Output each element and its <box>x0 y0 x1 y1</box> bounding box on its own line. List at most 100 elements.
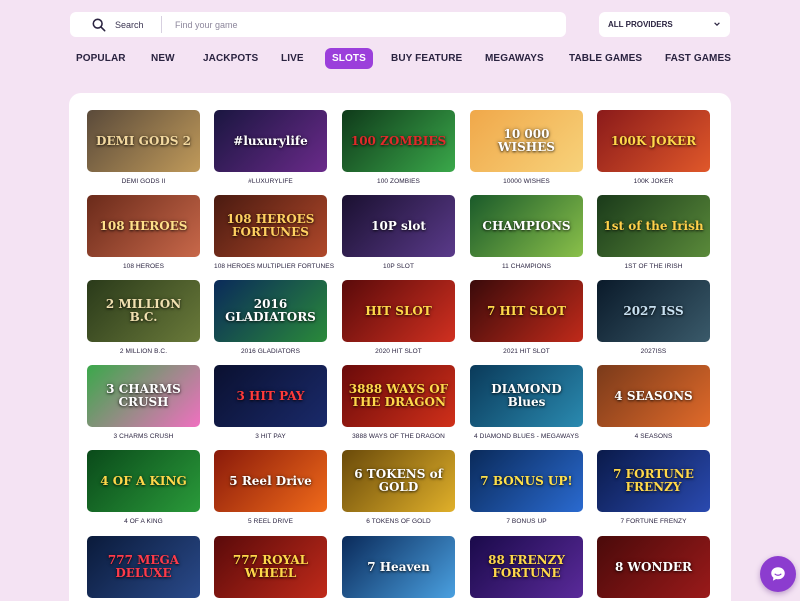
game-thumbnail[interactable]: 4 SEASONS <box>597 365 710 427</box>
game-thumbnail[interactable]: 4 OF A KING <box>87 450 200 512</box>
search-input[interactable] <box>175 19 535 30</box>
tab-slots[interactable]: SLOTS <box>325 48 373 69</box>
game-card[interactable]: 7 HIT SLOT 2021 HIT SLOT <box>470 280 583 355</box>
game-thumbnail[interactable]: CHAMPIONS <box>470 195 583 257</box>
game-title: 10000 WISHES <box>503 178 550 185</box>
game-card[interactable]: 10 000 WISHES 10000 WISHES <box>470 110 583 185</box>
game-card[interactable]: DEMI GODS 2 DEMI GODS II <box>87 110 200 185</box>
game-thumbnail[interactable]: 7 Heaven <box>342 536 455 598</box>
game-logo: 2027 ISS <box>623 303 684 318</box>
game-card[interactable]: DIAMOND Blues 4 DIAMOND BLUES - MEGAWAYS <box>470 365 583 440</box>
tab-fast-games[interactable]: FAST GAMES <box>658 48 738 69</box>
game-card[interactable]: 3 HIT PAY 3 HIT PAY <box>214 365 327 440</box>
game-title: 4 SEASONS <box>634 433 673 440</box>
game-thumbnail[interactable]: 7 HIT SLOT <box>470 280 583 342</box>
game-thumbnail[interactable]: 2 MILLION B.C. <box>87 280 200 342</box>
game-card[interactable]: 10P slot 10P SLOT <box>342 195 455 270</box>
game-thumbnail[interactable]: 8 WONDER <box>597 536 710 598</box>
game-card[interactable]: 7 BONUS UP! 7 BONUS UP <box>470 450 583 525</box>
game-thumbnail[interactable]: 7 FORTUNE FRENZY <box>597 450 710 512</box>
search-label: Search <box>115 19 144 30</box>
game-title: 5 REEL DRIVE <box>247 518 294 525</box>
game-title: 10P SLOT <box>382 263 415 270</box>
game-logo: 5 Reel Drive <box>229 473 312 488</box>
tab-jackpots[interactable]: JACKPOTS <box>196 48 265 69</box>
tab-new[interactable]: NEW <box>144 48 182 69</box>
game-card[interactable]: 777 ROYAL WHEEL <box>214 536 327 598</box>
chat-button[interactable] <box>760 556 796 592</box>
game-thumbnail[interactable]: 100K JOKER <box>597 110 710 172</box>
game-thumbnail[interactable]: 777 ROYAL WHEEL <box>214 536 327 598</box>
game-card[interactable]: 88 FRENZY FORTUNE <box>470 536 583 598</box>
game-thumbnail[interactable]: 108 HEROES <box>87 195 200 257</box>
game-logo: 7 Heaven <box>367 559 430 574</box>
game-card[interactable]: 2016 GLADIATORS 2016 GLADIATORS <box>214 280 327 355</box>
game-card[interactable]: 6 TOKENS of GOLD 6 TOKENS OF GOLD <box>342 450 455 525</box>
game-thumbnail[interactable]: 3 HIT PAY <box>214 365 327 427</box>
game-card[interactable]: 4 OF A KING 4 OF A KING <box>87 450 200 525</box>
game-title: 2016 GLADIATORS <box>240 348 301 355</box>
game-card[interactable]: CHAMPIONS 11 CHAMPIONS <box>470 195 583 270</box>
game-card[interactable]: 1st of the Irish 1ST OF THE IRISH <box>597 195 710 270</box>
game-thumbnail[interactable]: 2016 GLADIATORS <box>214 280 327 342</box>
game-logo: 10 000 WISHES <box>498 127 555 154</box>
search-divider <box>161 16 162 33</box>
game-logo: 2 MILLION B.C. <box>105 297 182 324</box>
game-thumbnail[interactable]: 5 Reel Drive <box>214 450 327 512</box>
provider-select[interactable]: ALL PROVIDERS <box>599 12 730 37</box>
game-card[interactable]: 2027 ISS 2027ISS <box>597 280 710 355</box>
tab-buy-feature[interactable]: BUY FEATURE <box>384 48 469 69</box>
game-thumbnail[interactable]: 10 000 WISHES <box>470 110 583 172</box>
game-card[interactable]: 8 WONDER <box>597 536 710 598</box>
game-card[interactable]: 100K JOKER 100K JOKER <box>597 110 710 185</box>
game-thumbnail[interactable]: HIT SLOT <box>342 280 455 342</box>
game-card[interactable]: 7 FORTUNE FRENZY 7 FORTUNE FRENZY <box>597 450 710 525</box>
game-logo: 777 ROYAL WHEEL <box>232 553 309 580</box>
game-card[interactable]: 4 SEASONS 4 SEASONS <box>597 365 710 440</box>
game-title: 3888 WAYS OF THE DRAGON <box>352 433 445 440</box>
game-thumbnail[interactable]: 3 CHARMS CRUSH <box>87 365 200 427</box>
game-thumbnail[interactable]: 10P slot <box>342 195 455 257</box>
game-title: 3 HIT PAY <box>255 433 286 440</box>
game-card[interactable]: 777 MEGA DELUXE <box>87 536 200 598</box>
game-thumbnail[interactable]: 108 HEROES FORTUNES <box>214 195 327 257</box>
game-card[interactable]: #luxurylife #LUXURYLIFE <box>214 110 327 185</box>
chevron-down-icon <box>713 20 721 30</box>
game-card[interactable]: 3888 WAYS OF THE DRAGON 3888 WAYS OF THE … <box>342 365 455 440</box>
game-card[interactable]: 7 Heaven <box>342 536 455 598</box>
tab-popular[interactable]: POPULAR <box>69 48 133 69</box>
game-logo: 88 FRENZY FORTUNE <box>488 553 565 580</box>
game-thumbnail[interactable]: 3888 WAYS OF THE DRAGON <box>342 365 455 427</box>
game-thumbnail[interactable]: 7 BONUS UP! <box>470 450 583 512</box>
game-thumbnail[interactable]: 2027 ISS <box>597 280 710 342</box>
search-icon[interactable] <box>70 12 106 37</box>
game-title: 2020 HIT SLOT <box>375 348 422 355</box>
game-title: 11 CHAMPIONS <box>501 263 552 270</box>
search-box[interactable]: Search <box>70 12 566 37</box>
game-thumbnail[interactable]: 88 FRENZY FORTUNE <box>470 536 583 598</box>
game-thumbnail[interactable]: DEMI GODS 2 <box>87 110 200 172</box>
game-card[interactable]: HIT SLOT 2020 HIT SLOT <box>342 280 455 355</box>
tab-table-games[interactable]: TABLE GAMES <box>562 48 649 69</box>
game-card[interactable]: 100 ZOMBIES 100 ZOMBIES <box>342 110 455 185</box>
provider-select-value: ALL PROVIDERS <box>608 20 673 29</box>
game-logo: 108 HEROES FORTUNES <box>226 212 315 239</box>
game-thumbnail[interactable]: 1st of the Irish <box>597 195 710 257</box>
game-logo: CHAMPIONS <box>482 218 571 233</box>
game-thumbnail[interactable]: #luxurylife <box>214 110 327 172</box>
game-thumbnail[interactable]: DIAMOND Blues <box>470 365 583 427</box>
tab-megaways[interactable]: MEGAWAYS <box>478 48 551 69</box>
game-title: 7 FORTUNE FRENZY <box>620 518 687 525</box>
game-thumbnail[interactable]: 777 MEGA DELUXE <box>87 536 200 598</box>
game-card[interactable]: 5 Reel Drive 5 REEL DRIVE <box>214 450 327 525</box>
game-card[interactable]: 2 MILLION B.C. 2 MILLION B.C. <box>87 280 200 355</box>
game-card[interactable]: 3 CHARMS CRUSH 3 CHARMS CRUSH <box>87 365 200 440</box>
game-logo: #luxurylife <box>233 133 308 148</box>
game-logo: 8 WONDER <box>615 559 692 574</box>
tab-live[interactable]: LIVE <box>274 48 311 69</box>
game-thumbnail[interactable]: 6 TOKENS of GOLD <box>342 450 455 512</box>
game-title: 100 ZOMBIES <box>376 178 420 185</box>
game-card[interactable]: 108 HEROES 108 HEROES <box>87 195 200 270</box>
game-thumbnail[interactable]: 100 ZOMBIES <box>342 110 455 172</box>
game-card[interactable]: 108 HEROES FORTUNES 108 HEROES MULTIPLIER… <box>214 195 334 270</box>
